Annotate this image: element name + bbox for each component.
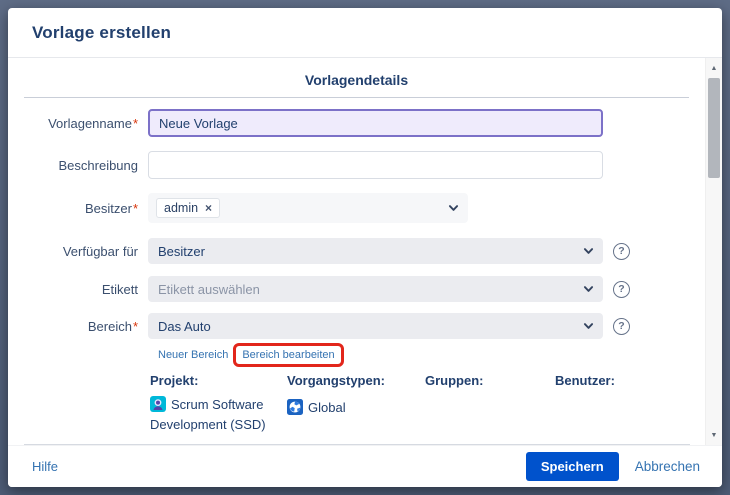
- label-field-label: Etikett: [8, 282, 148, 297]
- cancel-button[interactable]: Abbrechen: [635, 459, 700, 474]
- chevron-down-icon: [581, 319, 596, 334]
- description-input[interactable]: [148, 151, 603, 179]
- available-for-value: Besitzer: [158, 244, 205, 259]
- available-for-label: Verfügbar für: [8, 244, 148, 259]
- scope-row: Bereich* Das Auto ?: [8, 313, 705, 339]
- template-name-input[interactable]: [148, 109, 603, 137]
- template-name-label: Vorlagenname*: [8, 116, 148, 131]
- available-for-row: Verfügbar für Besitzer ?: [8, 238, 705, 264]
- groups-column-header: Gruppen:: [425, 373, 555, 395]
- required-mark: *: [133, 116, 138, 131]
- issue-types-value: Global: [308, 400, 346, 415]
- label-select-placeholder: Etikett auswählen: [158, 282, 260, 297]
- create-template-dialog: Vorlage erstellen Vorlagendetails Vorlag…: [8, 8, 722, 487]
- section-title: Vorlagendetails: [8, 72, 705, 88]
- description-label: Beschreibung: [8, 158, 148, 173]
- chevron-down-icon: [446, 201, 461, 216]
- edit-scope-link[interactable]: Bereich bearbeiten: [242, 349, 334, 361]
- groups-cell: [425, 395, 555, 434]
- owner-label: Besitzer*: [8, 201, 148, 216]
- help-icon[interactable]: ?: [613, 318, 630, 335]
- form-content: Vorlagendetails Vorlagenname* Beschreibu…: [8, 58, 705, 445]
- scroll-down-icon[interactable]: ▼: [706, 427, 722, 443]
- label-select[interactable]: Etikett auswählen: [148, 276, 603, 302]
- required-mark: *: [133, 319, 138, 334]
- help-icon[interactable]: ?: [613, 243, 630, 260]
- owner-row: Besitzer* admin ×: [8, 193, 705, 223]
- help-link[interactable]: Hilfe: [32, 459, 58, 474]
- scope-label: Bereich*: [8, 319, 148, 334]
- chevron-down-icon: [581, 244, 596, 259]
- scope-links-row: Neuer Bereich Bereich bearbeiten: [158, 346, 705, 364]
- users-column-header: Benutzer:: [555, 373, 705, 395]
- project-cell: Scrum Software Development (SSD): [150, 395, 272, 434]
- users-cell: [555, 395, 705, 434]
- modal-backdrop: Vorlage erstellen Vorlagendetails Vorlag…: [0, 0, 730, 495]
- dialog-body: Vorlagendetails Vorlagenname* Beschreibu…: [8, 58, 722, 445]
- scope-select[interactable]: Das Auto: [148, 313, 603, 339]
- section-divider: [24, 97, 689, 98]
- dialog-title: Vorlage erstellen: [32, 23, 171, 43]
- required-mark: *: [133, 201, 138, 216]
- project-name: Scrum Software Development (SSD): [150, 397, 266, 432]
- project-column-header: Projekt:: [150, 373, 287, 395]
- owner-tag-label: admin: [164, 201, 198, 215]
- scope-value: Das Auto: [158, 319, 211, 334]
- save-button[interactable]: Speichern: [526, 452, 619, 481]
- remove-tag-icon[interactable]: ×: [205, 202, 212, 214]
- global-icon: [287, 399, 303, 415]
- help-icon[interactable]: ?: [613, 281, 630, 298]
- dialog-header: Vorlage erstellen: [8, 8, 722, 58]
- scope-details-grid: Projekt: Vorgangstypen: Gruppen: Benutze…: [150, 373, 705, 434]
- template-name-row: Vorlagenname*: [8, 109, 705, 137]
- new-scope-link[interactable]: Neuer Bereich: [158, 349, 228, 361]
- vertical-scrollbar[interactable]: ▲ ▼: [705, 58, 722, 445]
- project-avatar-icon: [150, 396, 166, 412]
- dialog-footer: Hilfe Speichern Abbrechen: [8, 445, 722, 487]
- content-bottom-divider: [24, 444, 690, 445]
- scrollbar-thumb[interactable]: [708, 78, 720, 178]
- chevron-down-icon: [581, 282, 596, 297]
- available-for-select[interactable]: Besitzer: [148, 238, 603, 264]
- issue-types-column-header: Vorgangstypen:: [287, 373, 425, 395]
- scroll-up-icon[interactable]: ▲: [706, 60, 722, 76]
- issue-types-cell: Global: [287, 395, 425, 434]
- annotation-highlight-box: Bereich bearbeiten: [233, 343, 343, 367]
- label-row: Etikett Etikett auswählen ?: [8, 276, 705, 302]
- owner-multiselect[interactable]: admin ×: [148, 193, 468, 223]
- description-row: Beschreibung: [8, 151, 705, 179]
- owner-tag: admin ×: [156, 198, 220, 218]
